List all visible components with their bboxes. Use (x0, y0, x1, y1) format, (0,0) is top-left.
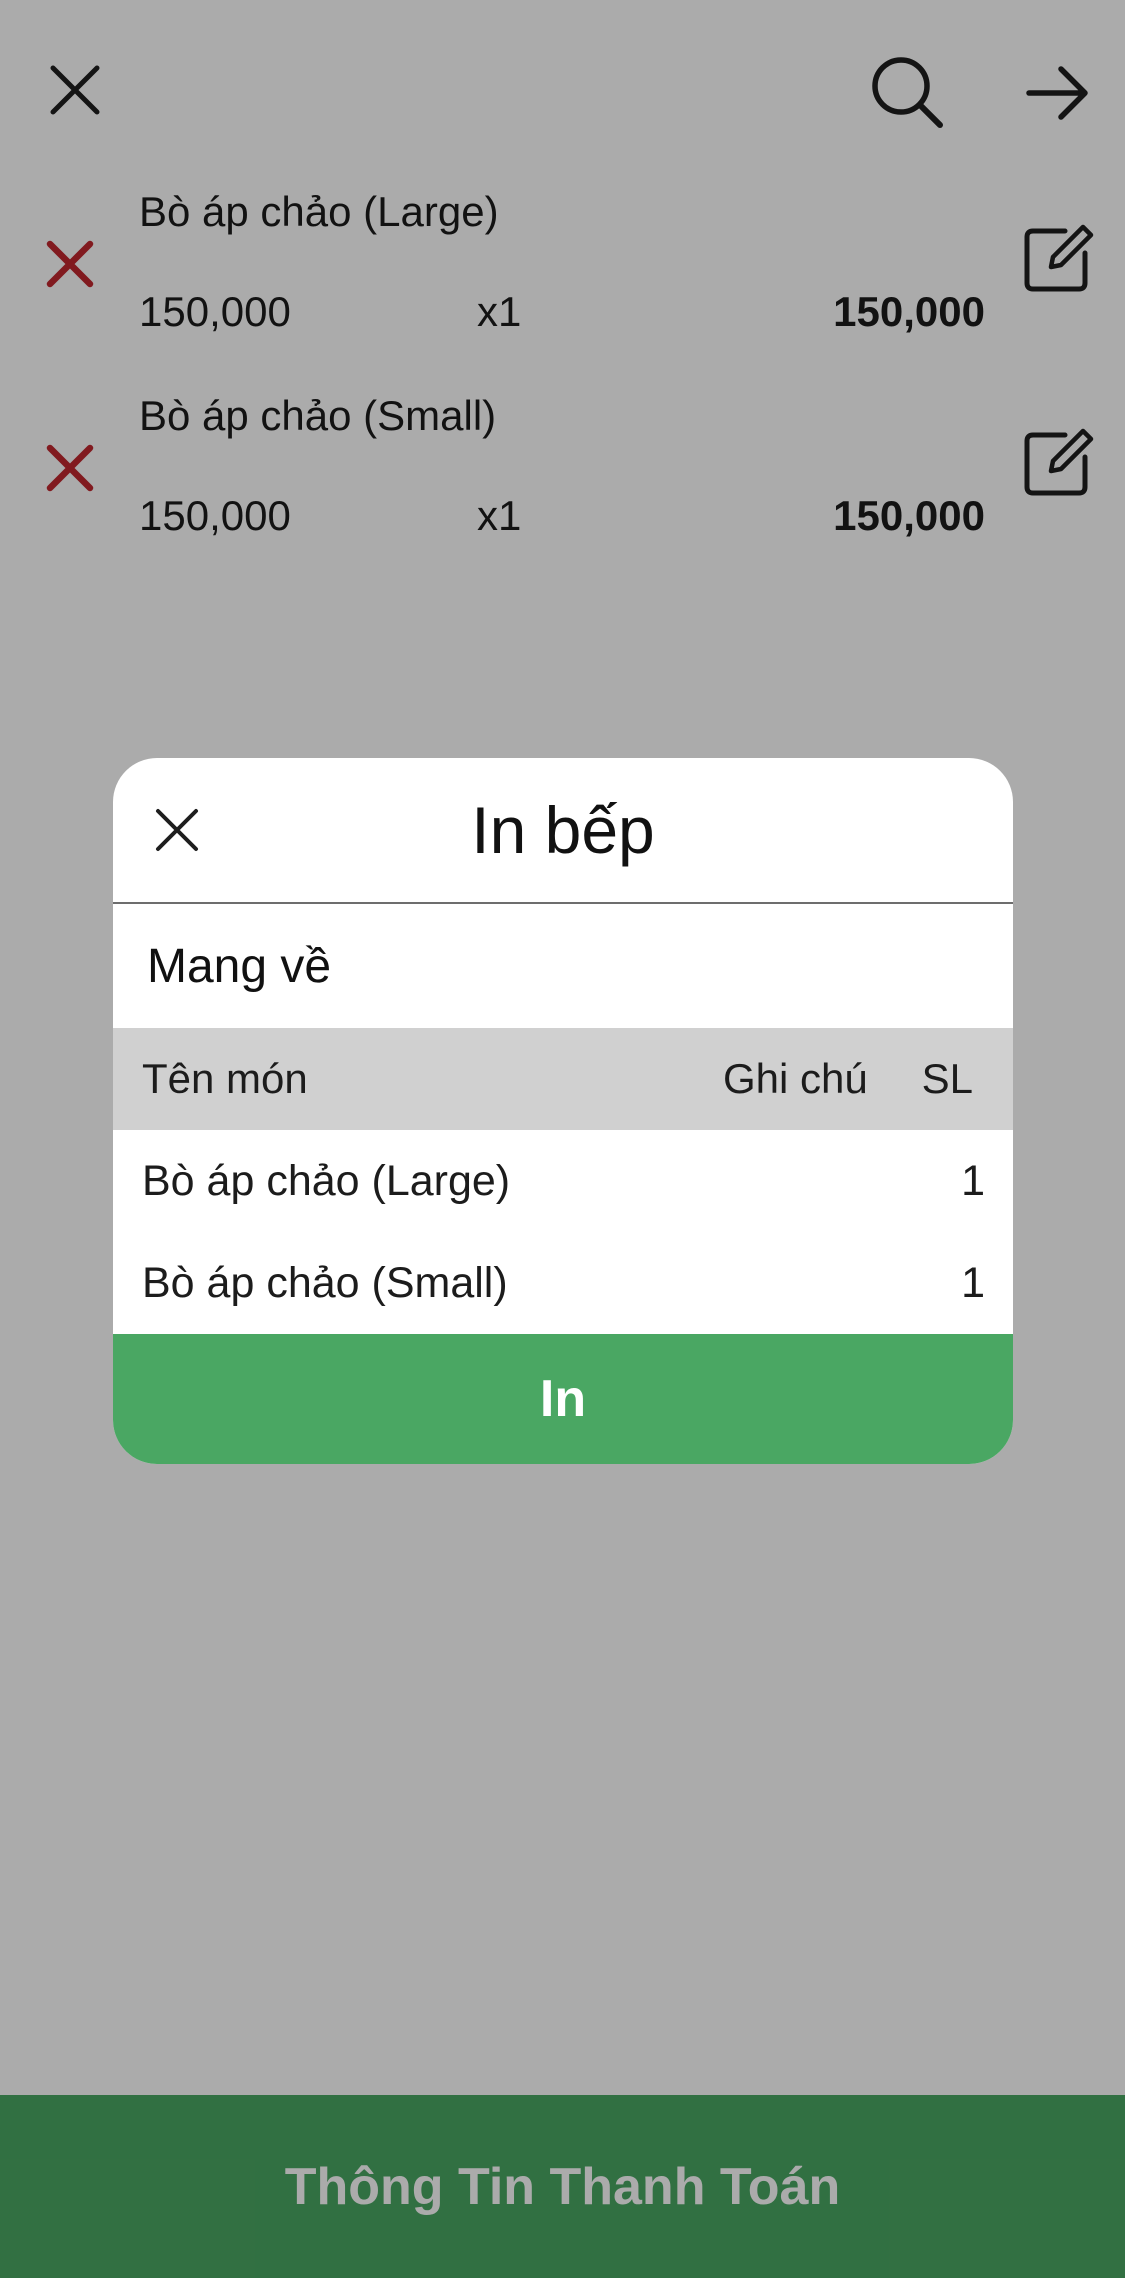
row-item-name: Bò áp chảo (Small) (142, 1258, 508, 1307)
row-item-qty: 1 (961, 1156, 985, 1205)
order-type-label: Mang về (147, 939, 332, 993)
row-item-name: Bò áp chảo (Large) (142, 1156, 511, 1205)
column-header-name: Tên món (142, 1055, 308, 1102)
print-button[interactable]: In (113, 1334, 1013, 1464)
close-icon[interactable] (145, 798, 209, 862)
table-row: Bò áp chảo (Large) 1 (113, 1130, 1013, 1232)
dialog-title: In bếp (471, 793, 655, 867)
table-row: Bò áp chảo (Small) 1 (113, 1232, 1013, 1334)
dialog-header: In bếp (113, 758, 1013, 904)
table-header: Tên món Ghi chú SL (113, 1028, 1013, 1130)
row-item-qty: 1 (961, 1258, 985, 1307)
kitchen-print-dialog: In bếp Mang về Tên món Ghi chú SL Bò áp … (113, 758, 1013, 1464)
column-header-qty: SL (921, 1055, 973, 1102)
column-header-note: Ghi chú (723, 1055, 868, 1102)
kitchen-items-table: Tên món Ghi chú SL Bò áp chảo (Large) 1 … (113, 1028, 1013, 1334)
